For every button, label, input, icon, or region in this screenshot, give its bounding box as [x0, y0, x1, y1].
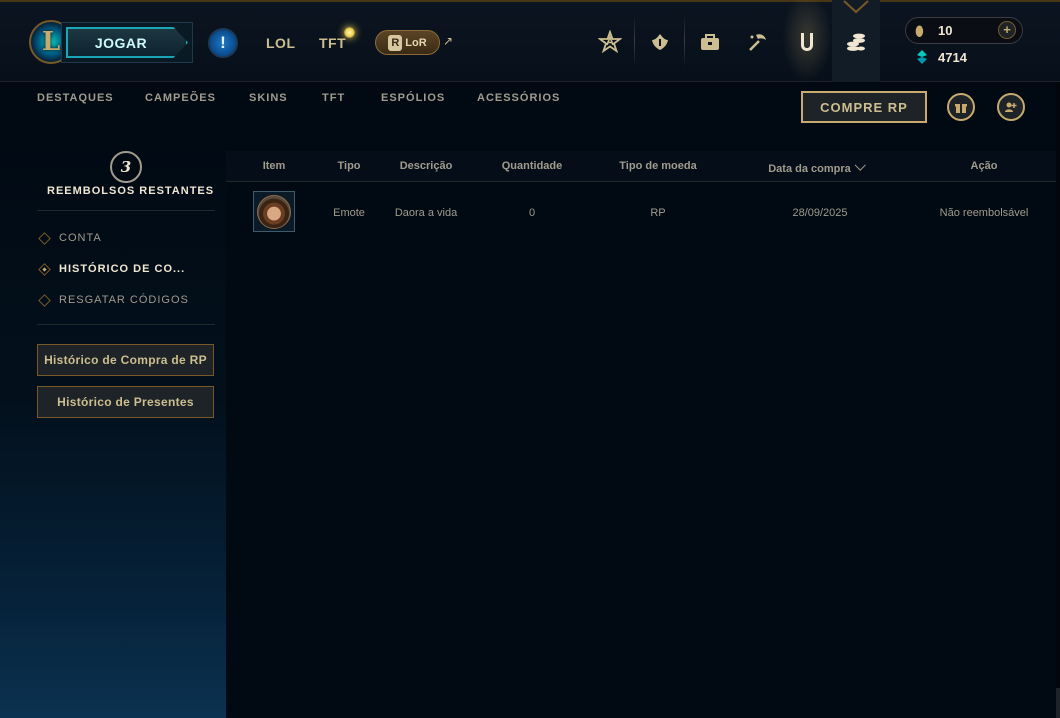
subnav-campeoes[interactable]: CAMPEÕES [145, 92, 216, 104]
clash-icon[interactable] [593, 24, 627, 60]
column-header-descricao: Descrição [399, 160, 453, 172]
sidebar-item-resgatar[interactable]: RESGATAR CÓDIGOS [38, 292, 189, 308]
rp-icon: ⬮ [915, 23, 924, 39]
cell-tipo-moeda: RP [650, 207, 666, 219]
subnav-acessorios[interactable]: ACESSÓRIOS [477, 92, 560, 104]
gift-icon [955, 104, 967, 113]
cell-data: 28/09/2025 [792, 207, 848, 219]
blue-essence-balance: 4714 [938, 50, 967, 65]
purchase-table [226, 151, 1056, 714]
buy-rp-button[interactable]: COMPRE RP [801, 91, 927, 123]
column-header-label: Data da compra [768, 163, 851, 175]
window-edge [1056, 82, 1060, 718]
rp-purchase-history-button[interactable]: Histórico de Compra de RP [37, 344, 214, 376]
item-thumbnail [253, 191, 295, 232]
diamond-icon [38, 231, 51, 245]
collection-icon[interactable] [693, 24, 727, 60]
column-header-item: Item [262, 160, 286, 172]
icon-divider [684, 14, 685, 68]
sidebar-divider [37, 210, 215, 211]
friend-gift-icon [1005, 102, 1017, 112]
active-tab-chevron-icon [843, 0, 869, 14]
subnav-tft[interactable]: TFT [322, 92, 345, 104]
column-header-acao: Ação [970, 160, 998, 172]
gift-button[interactable] [947, 93, 975, 121]
lor-button[interactable]: R LoR [375, 30, 440, 55]
store-icon[interactable] [790, 24, 824, 60]
cell-quantidade: 0 [528, 207, 536, 219]
diamond-active-icon [38, 262, 51, 276]
subnav-skins[interactable]: SKINS [249, 92, 288, 104]
cell-descricao: Daora a vida [394, 207, 458, 219]
play-button[interactable]: JOGAR [66, 27, 188, 58]
add-rp-button[interactable]: + [998, 21, 1016, 39]
notification-glow-icon [344, 27, 355, 38]
blue-essence-icon [917, 50, 927, 64]
cell-acao: Não reembolsável [939, 207, 1029, 219]
sidebar-item-label: RESGATAR CÓDIGOS [59, 294, 189, 306]
loot-icon[interactable] [741, 24, 775, 60]
ranked-icon[interactable] [643, 24, 677, 60]
column-header-tipo: Tipo [337, 160, 361, 172]
store-history-icon[interactable] [839, 24, 873, 60]
sidebar-item-historico[interactable]: HISTÓRICO DE CO... [38, 261, 185, 277]
top-border [0, 0, 1060, 2]
sidebar-item-conta[interactable]: CONTA [38, 230, 102, 246]
emote-thumbnail-icon [257, 194, 291, 229]
nav-lol[interactable]: LOL [266, 35, 296, 51]
diamond-icon [38, 293, 51, 307]
resize-handle[interactable] [1056, 688, 1060, 718]
friend-gift-button[interactable] [997, 93, 1025, 121]
play-button-frame: JOGAR [61, 22, 193, 63]
gift-history-button[interactable]: Histórico de Presentes [37, 386, 214, 418]
lor-label: LoR [405, 36, 427, 49]
sidebar-item-label: HISTÓRICO DE CO... [59, 263, 186, 275]
subnav-destaques[interactable]: DESTAQUES [37, 92, 114, 104]
sidebar-item-label: CONTA [59, 232, 102, 244]
refunds-label: REEMBOLSOS RESTANTES [47, 185, 215, 197]
sidebar-divider [37, 324, 215, 325]
play-button-label: JOGAR [94, 34, 148, 51]
logo-letter: L [41, 27, 61, 57]
cell-tipo: Emote [333, 207, 365, 219]
subnav-espolios[interactable]: ESPÓLIOS [381, 92, 445, 104]
column-header-quantidade: Quantidade [501, 160, 563, 172]
sidebar [0, 140, 226, 718]
external-link-icon: ↗ [443, 34, 454, 48]
icon-divider [634, 14, 635, 68]
column-header-data-compra[interactable]: Data da compra [768, 159, 866, 175]
refunds-count: 3 [110, 151, 142, 183]
column-header-tipo-moeda: Tipo de moeda [619, 160, 697, 172]
alert-icon[interactable]: ! [208, 28, 238, 58]
nav-tft[interactable]: TFT [319, 35, 346, 51]
rp-balance: 10 [938, 23, 953, 38]
lor-icon: R [388, 34, 403, 51]
